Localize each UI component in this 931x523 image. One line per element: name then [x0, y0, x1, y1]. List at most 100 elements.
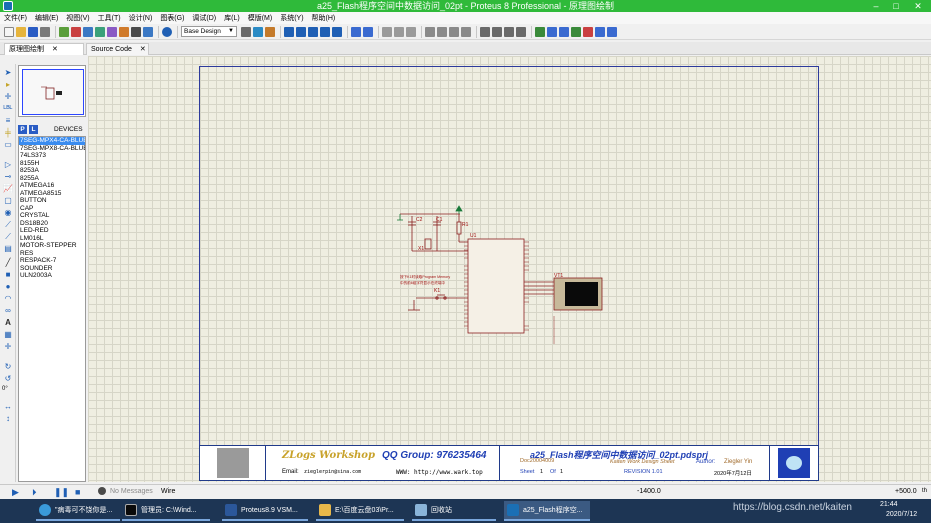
grid-icon[interactable]: [253, 26, 263, 37]
list-item[interactable]: 7SEG-MPX4-CA-BLUE: [19, 137, 85, 145]
list-item[interactable]: LM016L: [19, 235, 85, 243]
schematic-icon[interactable]: [71, 26, 81, 37]
list-item[interactable]: 8255A: [19, 175, 85, 183]
play-icon[interactable]: ▶: [12, 487, 19, 498]
k1-label[interactable]: K1: [434, 288, 440, 294]
wire-label-icon[interactable]: ᴸᴮᴸ: [3, 104, 13, 113]
taskbar-item-browser[interactable]: "病毒可不饶你是...: [36, 501, 120, 521]
close-icon[interactable]: ✕: [140, 46, 146, 53]
voltage-probe-icon[interactable]: ⟋: [3, 220, 13, 229]
list-item[interactable]: MOTOR-STEPPER: [19, 242, 85, 250]
list-item[interactable]: ATMEGA8515: [19, 190, 85, 198]
line-icon[interactable]: ╱: [3, 258, 13, 267]
taskbar-item-word[interactable]: Proteus8.9 VSM...: [222, 501, 308, 521]
menu-tools[interactable]: 工具(T): [98, 13, 121, 23]
menu-edit[interactable]: 编辑(E): [35, 13, 58, 23]
design-select[interactable]: Base Design ▼: [181, 26, 237, 37]
text-script-icon[interactable]: ≡: [3, 116, 13, 125]
arc-icon[interactable]: ◠: [3, 294, 13, 303]
bom-icon[interactable]: [119, 26, 129, 37]
stop-icon[interactable]: ■: [75, 487, 80, 497]
tab-source-code[interactable]: Source Code ✕: [86, 43, 149, 55]
taskbar-item-proteus[interactable]: a25_Flash程序空...: [504, 501, 590, 521]
help-icon[interactable]: [162, 26, 172, 37]
mirror-y-icon[interactable]: ↕: [3, 414, 13, 423]
marker-icon[interactable]: ✛: [3, 342, 13, 351]
circle-icon[interactable]: ●: [3, 282, 13, 291]
step-icon[interactable]: ⏵: [32, 487, 37, 498]
zoom-area-icon[interactable]: [332, 26, 342, 37]
menu-debug[interactable]: 调试(D): [192, 13, 216, 23]
library-manager-button[interactable]: L: [29, 124, 38, 134]
new-file-icon[interactable]: [4, 26, 14, 37]
minimize-icon[interactable]: –: [868, 0, 884, 12]
close-icon[interactable]: ✕: [52, 46, 58, 53]
list-item[interactable]: 8253A: [19, 167, 85, 175]
menu-graph[interactable]: 图表(G): [160, 13, 184, 23]
close-project-icon[interactable]: [40, 26, 50, 37]
zoom-all-icon[interactable]: [320, 26, 330, 37]
menu-template[interactable]: 模版(M): [248, 13, 273, 23]
menu-library[interactable]: 库(L): [224, 13, 240, 23]
wire-autorouter-icon[interactable]: [535, 26, 545, 37]
overview-window[interactable]: [18, 65, 86, 117]
device-list[interactable]: 7SEG-MPX4-CA-BLUE 7SEG-MPX8-CA-BLUE 74LS…: [18, 136, 86, 482]
x1-label[interactable]: X1: [418, 246, 424, 252]
search-tag-icon[interactable]: [547, 26, 557, 37]
maximize-icon[interactable]: □: [888, 0, 904, 12]
menu-file[interactable]: 文件(F): [4, 13, 27, 23]
list-item[interactable]: RESPACK-7: [19, 257, 85, 265]
pause-icon[interactable]: ❚❚: [54, 487, 69, 498]
menu-design[interactable]: 设计(N): [129, 13, 153, 23]
notes-icon[interactable]: [143, 26, 153, 37]
remove-sheet-icon[interactable]: [583, 26, 593, 37]
list-item[interactable]: LED-RED: [19, 227, 85, 235]
rotate-clockwise-icon[interactable]: ↻: [3, 362, 13, 371]
rotate-anticlockwise-icon[interactable]: ↺: [3, 374, 13, 383]
pcb-layout-icon[interactable]: [83, 26, 93, 37]
recorder-icon[interactable]: ▢: [3, 196, 13, 205]
c1-label[interactable]: C1: [436, 217, 442, 223]
generator-icon[interactable]: ◉: [3, 208, 13, 217]
source-code-icon[interactable]: [131, 26, 141, 37]
new-sheet-icon[interactable]: [571, 26, 581, 37]
c2-label[interactable]: C2: [416, 217, 422, 223]
virtual-instrument-icon[interactable]: ▤: [3, 244, 13, 253]
block-delete-icon[interactable]: [461, 26, 471, 37]
list-item[interactable]: ATMEGA16: [19, 182, 85, 190]
taskbar-item-recycle[interactable]: 回收站: [412, 501, 496, 521]
undo-icon[interactable]: [351, 26, 361, 37]
open-folder-icon[interactable]: [16, 26, 26, 37]
junction-dot-icon[interactable]: ✛: [3, 92, 13, 101]
home-icon[interactable]: [59, 26, 69, 37]
pick-devices-button[interactable]: P: [18, 124, 27, 134]
menu-help[interactable]: 帮助(H): [312, 13, 336, 23]
vt1-label[interactable]: VT1: [554, 273, 563, 279]
package-tool-icon[interactable]: [504, 26, 514, 37]
property-assign-icon[interactable]: [559, 26, 569, 37]
message-status-icon[interactable]: [98, 487, 106, 495]
list-item[interactable]: CRYSTAL: [19, 212, 85, 220]
current-probe-icon[interactable]: ⟋: [3, 232, 13, 241]
refresh-icon[interactable]: [241, 26, 251, 37]
netlist-icon[interactable]: [607, 26, 617, 37]
block-copy-icon[interactable]: [425, 26, 435, 37]
3d-view-icon[interactable]: [95, 26, 105, 37]
taskbar-item-explorer[interactable]: E:\百度云盘03\Pr...: [316, 501, 404, 521]
overview-viewport[interactable]: [22, 69, 84, 115]
tab-schematic[interactable]: 原理图绘制 ✕: [4, 43, 84, 55]
pan-icon[interactable]: [284, 26, 294, 37]
box-icon[interactable]: ■: [3, 270, 13, 279]
cut-icon[interactable]: [382, 26, 392, 37]
list-item[interactable]: RES: [19, 250, 85, 258]
close-icon[interactable]: ✕: [910, 0, 926, 12]
terminal-icon[interactable]: ▷: [3, 160, 13, 169]
device-pin-icon[interactable]: ⊸: [3, 172, 13, 181]
list-item[interactable]: DS18B20: [19, 220, 85, 228]
graph-icon[interactable]: 📈: [3, 184, 13, 193]
list-item[interactable]: 74LS373: [19, 152, 85, 160]
path-icon[interactable]: ∞: [3, 306, 13, 315]
taskbar-item-cmd[interactable]: 管理员: C:\Wind...: [122, 501, 210, 521]
copy-icon[interactable]: [394, 26, 404, 37]
list-item[interactable]: SOUNDER: [19, 265, 85, 273]
